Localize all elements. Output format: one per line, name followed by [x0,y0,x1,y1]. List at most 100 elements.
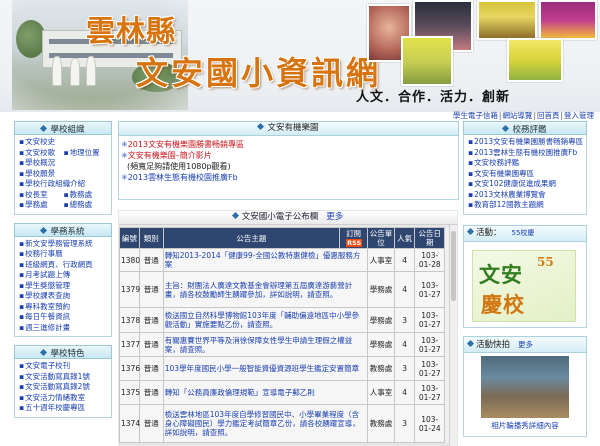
link-health-promotion[interactable]: 文安102健康促進成果網 [474,179,556,188]
link-organic-books[interactable]: 2013文安有機樂園勝書畅銷專區 [474,137,583,146]
bulletin-subject-link[interactable]: 檢送國立自然科學博物館103年度「輔助偏遠地區中小學參觀活動」實施要點乙份，請查… [165,311,359,329]
col-header-date: 公告日期 [414,227,446,249]
bullet-icon: ▪ [19,168,25,178]
link-lunch-info[interactable]: 每日午餐資訊 [25,312,70,321]
link-timetable[interactable]: 學校課表查詢 [25,291,70,300]
link-eco-campus-fb[interactable]: 2013雲林生態有機校園推廣Fb [128,173,238,182]
bulletin-more-link[interactable]: 更多 [326,212,343,222]
link-student-affairs-system[interactable]: 新文安學務管理系統 [25,239,93,248]
link-school-history[interactable]: 文安校史 [25,137,55,146]
cell-subject: 轉知「公務員廉政倫理規範」宣導電子郵乙則 [162,380,369,405]
rss-icon[interactable]: RSS [346,239,363,247]
link-student-email[interactable]: 學生電子信箱 [453,111,498,120]
link-12-year-edu[interactable]: 教育部12國教主題網 [474,200,544,209]
cell-unit: 學務處 [367,332,395,357]
link-organic-books[interactable]: 2013文安有機樂園勝書畅銷專區 [128,140,244,149]
link-e-journal[interactable]: 文安電子校刊 [25,361,70,370]
bulletin-subject-link[interactable]: 檢送雲林地區103年度自學修習國民中、小學畢業程度（含身心障礙國民）學力鑑定考試… [165,410,360,437]
link-intro-video[interactable]: 文安有機樂園–簡介影片 [128,151,212,160]
collage-photo [477,0,537,40]
bullet-icon [466,227,475,235]
bullet-icon: ▪ [19,312,25,321]
photo-collage [367,0,600,88]
link-photo-record-1[interactable]: 文安活動寫真錄1號 [25,372,90,381]
cell-views: 4 [393,271,416,308]
link-class-pages[interactable]: 班級網頁、行政網頁 [25,260,93,269]
video-note: (頻寬足夠請使用1080p觀看) [127,162,231,171]
link-school-song[interactable]: 文安校歌 [25,148,55,157]
cell-subject: 檢送國立自然科學博物館103年度「輔助偏遠地區中小學參觀活動」實施要點乙份，請查… [162,307,369,333]
bulletin-subject-link[interactable]: 103學年度國民小學一般智能資優資源班學生鑑定安置簡章 [165,364,359,373]
cell-type: 普通 [138,248,164,272]
scrollbar-thumb[interactable] [451,231,456,301]
link-location[interactable]: 地理位置 [70,148,100,157]
link-school-overview[interactable]: 學校概況 [25,158,55,167]
cell-views: 3 [393,307,416,333]
link-eco-campus-fb[interactable]: 2013雲林生態有機校園推廣Fb [474,148,577,157]
bulletin-subject-link[interactable]: 轉知2013-2014「健康99-全國公教特惠健檢」優惠服務方案 [165,251,361,269]
cell-type: 普通 [138,332,164,357]
link-organic-garden[interactable]: 文安有機樂園專區 [474,169,534,178]
cell-views: 3 [393,404,416,443]
cell-views: 4 [393,332,416,357]
link-school-evaluation[interactable]: 文安校務評鑑 [474,158,519,167]
link-50th-anniversary[interactable]: 五十週年校慶專區 [25,403,85,412]
cell-subject: 有關惠賽世界平等及消徐保障女性學生申請生理假之權益案，請查照。 [162,332,369,357]
collage-photo [401,36,453,86]
cell-subject: 103學年度國民小學一般智能資優資源班學生鑑定安置簡章 [162,356,369,381]
bullet-icon [40,226,48,234]
link-calendar[interactable]: 校務行事曆 [25,249,63,258]
bullet-icon: ▪ [468,147,474,157]
school-sys-header: 學務系統 [14,222,112,237]
right-sidebar: 校務評鑑 ▪2013文安有機樂園勝書畅銷專區 ▪2013雲林生態有機校園推廣Fb… [463,121,587,437]
cell-unit: 教務處 [367,356,395,381]
link-student-affairs[interactable]: 學務處 [25,200,48,209]
bulletin-subject-link[interactable]: 轉知「公務員廉政倫理規範」宣導電子郵乙則 [165,388,315,397]
link-general-affairs[interactable]: 總務處 [70,200,93,209]
table-row: 1378 普通 檢送國立自然科學博物館103年度「輔助偏遠地區中小學參觀活動」實… [119,307,456,333]
activity-title: 活動： [476,227,502,238]
bullet-icon: ▪ [19,147,25,157]
link-home[interactable]: 回首頁 [537,111,560,120]
bullet-icon: ▪ [468,137,474,146]
link-admin-login[interactable]: 登入管理 [564,111,594,120]
link-principal-office[interactable]: 校長室 [25,190,48,199]
cell-views: 4 [393,248,416,272]
bullet-icon: ▪ [63,147,69,157]
organic-garden-title: 文安有機樂園 [267,123,319,133]
snapshot-title: 活動快拍 [476,339,511,350]
link-exam-upload[interactable]: 月考試題上傳 [25,270,70,279]
cell-unit: 人事室 [367,380,395,405]
link-emotion-classroom[interactable]: 文安活力情緒教室 [25,393,85,402]
link-admin-org[interactable]: 學校行政組織介紹 [25,179,85,188]
activity-meta[interactable]: 55校慶 [512,229,535,237]
link-agri-expo[interactable]: 2013文林農業博覽會 [474,190,546,199]
bulletin-table: 編號 類別 公告主題 訂閱RSS 公告單位 人氣 公告日期 1380 普通 轉知… [119,227,456,443]
cell-type: 普通 [138,307,164,333]
link-rewards[interactable]: 學生獎懲管理 [25,281,70,290]
bulletin-subject-link[interactable]: 主旨：財團法人廣達文教基金會辦理第五屆廣達游藝營計畫，請各校鼓勵師生踴躍參加，詳… [165,281,353,299]
link-photo-record-2[interactable]: 文安活動寫真錄2號 [25,382,90,391]
link-site-map[interactable]: 網站導覽 [502,111,532,120]
cell-id: 1379 [119,271,140,308]
link-academic-office[interactable]: 教務處 [70,190,93,199]
bulletin-header: 文安國小電子公布欄 更多 [119,211,457,225]
statue-image [70,58,80,86]
link-school-vision[interactable]: 學校願景 [25,169,55,178]
link-wednesday-training[interactable]: 週三進修計畫 [25,323,70,332]
bulletin-subject-link[interactable]: 有關惠賽世界平等及消徐保障女性學生申請生理假之權益案，請查照。 [165,336,353,354]
bullet-icon: ▪ [19,270,25,279]
organic-garden-links: ✳2013文安有機樂園勝書畅銷專區 ✳文安有機樂園–簡介影片 (頻寬足夠請使用1… [118,136,459,200]
snapshot-photo[interactable] [481,355,569,418]
bullet-icon: ▪ [19,189,25,199]
cell-type: 普通 [138,271,164,308]
anniversary-banner[interactable]: 文安 55 慶校 [472,249,576,322]
features-links: ▪文安電子校刊 ▪文安活動寫真錄1號 ▪文安活動寫真錄2號 ▪文安活力情緒教室 … [14,359,112,418]
news-header: 校務評鑑 [463,121,587,135]
snapshot-caption[interactable]: 相片輪播秀詳細內容 [464,420,586,431]
link-room-booking[interactable]: 專科教室預約 [25,302,70,311]
cell-id: 1378 [119,307,140,333]
bulletin-scrollbar[interactable] [449,225,457,446]
snapshot-more-link[interactable]: 更多 [518,340,533,349]
bullet-icon: ▪ [19,382,25,391]
